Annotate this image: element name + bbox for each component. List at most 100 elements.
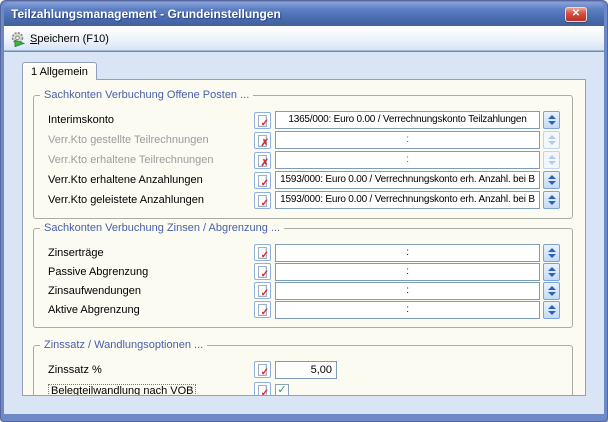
- down-arrow-icon: [548, 254, 556, 258]
- close-button[interactable]: ✕: [565, 7, 587, 22]
- account-combobox: :: [275, 131, 540, 149]
- group-title: Zinssatz / Wandlungsoptionen ...: [40, 339, 207, 352]
- account-combobox[interactable]: 1365/000: Euro 0.00 / Verrechnungskonto …: [275, 111, 540, 129]
- up-arrow-icon: [548, 135, 556, 139]
- field-label: Verr.Kto gestellte Teilrechnungen: [48, 134, 250, 146]
- titlebar[interactable]: Teilzahlungsmanagement - Grundeinstellun…: [4, 2, 604, 26]
- field-label: Zinsaufwendungen: [48, 285, 250, 297]
- account-combobox[interactable]: :: [275, 282, 540, 300]
- field-label: Belegteilwandlung nach VOB: [48, 384, 250, 397]
- app-window: Teilzahlungsmanagement - Grundeinstellun…: [0, 0, 608, 422]
- account-combobox: :: [275, 151, 540, 169]
- save-button[interactable]: Speichern (F10): [7, 28, 116, 49]
- doc-check-icon-button[interactable]: ✓: [254, 112, 271, 129]
- check-icon: ✓: [261, 179, 269, 189]
- doc-x-icon-button[interactable]: ✗: [254, 152, 271, 169]
- form-row-gestellte-teilrechnungen: Verr.Kto gestellte Teilrechnungen ✗ :: [48, 131, 560, 149]
- field-label: Verr.Kto geleistete Anzahlungen: [48, 194, 250, 206]
- down-arrow-icon: [548, 201, 556, 205]
- up-arrow-icon: [548, 175, 556, 179]
- check-icon: ✓: [261, 289, 269, 299]
- account-combobox[interactable]: :: [275, 263, 540, 281]
- account-combobox[interactable]: :: [275, 301, 540, 319]
- x-icon: ✗: [261, 159, 269, 169]
- group-offene-posten: Sachkonten Verbuchung Offene Posten ... …: [33, 95, 573, 219]
- group-zinssatz-wandlungsoptionen: Zinssatz / Wandlungsoptionen ... Zinssat…: [33, 345, 573, 396]
- doc-check-icon-button[interactable]: ✓: [254, 192, 271, 209]
- form-row-aktive-abgrenzung: Aktive Abgrenzung ✓ :: [48, 301, 560, 318]
- up-arrow-icon: [548, 248, 556, 252]
- vob-checkbox[interactable]: ✓: [275, 384, 289, 397]
- down-arrow-icon: [548, 121, 556, 125]
- form-row-erhaltene-anzahlungen: Verr.Kto erhaltene Anzahlungen ✓ 1593/00…: [48, 171, 560, 189]
- form-row-passive-abgrenzung: Passive Abgrenzung ✓ :: [48, 263, 560, 280]
- stepper-button[interactable]: [543, 263, 560, 281]
- form-row-zinsaufwendungen: Zinsaufwendungen ✓ :: [48, 282, 560, 299]
- stepper-button[interactable]: [543, 301, 560, 319]
- window-title: Teilzahlungsmanagement - Grundeinstellun…: [4, 7, 281, 21]
- doc-check-icon-button[interactable]: ✓: [254, 244, 271, 261]
- account-combobox[interactable]: 1593/000: Euro 0.00 / Verrechnungskonto …: [275, 171, 540, 189]
- down-arrow-icon: [548, 292, 556, 296]
- field-label: Verr.Kto erhaltene Anzahlungen: [48, 174, 250, 186]
- account-combobox[interactable]: :: [275, 244, 540, 262]
- up-arrow-icon: [548, 155, 556, 159]
- field-label: Aktive Abgrenzung: [48, 304, 250, 316]
- up-arrow-icon: [548, 286, 556, 290]
- check-icon: ✓: [261, 270, 269, 280]
- content-area: 1 Allgemein Sachkonten Verbuchung Offene…: [4, 52, 604, 414]
- stepper-button: [543, 151, 560, 169]
- x-icon: ✗: [261, 139, 269, 149]
- up-arrow-icon: [548, 267, 556, 271]
- form-row-geleistete-anzahlungen: Verr.Kto geleistete Anzahlungen ✓ 1593/0…: [48, 191, 560, 209]
- zinssatz-input[interactable]: [275, 361, 337, 379]
- form-row-zinsertraege: Zinserträge ✓ :: [48, 244, 560, 261]
- form-row-erhaltene-teilrechnungen: Verr.Kto erhaltene Teilrechnungen ✗ :: [48, 151, 560, 169]
- down-arrow-icon: [548, 181, 556, 185]
- check-icon: ✓: [261, 308, 269, 318]
- doc-check-icon-button[interactable]: ✓: [254, 382, 271, 396]
- doc-check-icon-button[interactable]: ✓: [254, 361, 271, 378]
- up-arrow-icon: [548, 305, 556, 309]
- check-icon: ✓: [261, 389, 269, 396]
- stepper-button[interactable]: [543, 244, 560, 262]
- tab-allgemein[interactable]: 1 Allgemein: [22, 62, 97, 80]
- tab-page-allgemein: Sachkonten Verbuchung Offene Posten ... …: [22, 79, 586, 396]
- up-arrow-icon: [548, 115, 556, 119]
- down-arrow-icon: [548, 311, 556, 315]
- field-label: Zinserträge: [48, 247, 250, 259]
- save-icon: [10, 31, 26, 47]
- doc-check-icon-button[interactable]: ✓: [254, 263, 271, 280]
- doc-check-icon-button[interactable]: ✓: [254, 301, 271, 318]
- stepper-button: [543, 131, 560, 149]
- close-icon: ✕: [572, 9, 580, 19]
- stepper-button[interactable]: [543, 171, 560, 189]
- vob-label-focused: Belegteilwandlung nach VOB: [48, 384, 196, 397]
- form-row-vob: Belegteilwandlung nach VOB ✓ ✓: [48, 382, 560, 396]
- field-label: Interimskonto: [48, 114, 250, 126]
- group-title: Sachkonten Verbuchung Offene Posten ...: [40, 89, 253, 102]
- field-label: Verr.Kto erhaltene Teilrechnungen: [48, 154, 250, 166]
- doc-x-icon-button[interactable]: ✗: [254, 132, 271, 149]
- check-icon: ✓: [261, 368, 269, 378]
- stepper-button[interactable]: [543, 191, 560, 209]
- field-label: Zinssatz %: [48, 364, 250, 376]
- check-icon: ✓: [261, 251, 269, 261]
- check-icon: ✓: [261, 119, 269, 129]
- down-arrow-icon: [548, 141, 556, 145]
- check-icon: ✓: [261, 199, 269, 209]
- group-zinsen-abgrenzung: Sachkonten Verbuchung Zinsen / Abgrenzun…: [33, 228, 573, 328]
- form-row-interimskonto: Interimskonto ✓ 1365/000: Euro 0.00 / Ve…: [48, 111, 560, 129]
- down-arrow-icon: [548, 161, 556, 165]
- doc-check-icon-button[interactable]: ✓: [254, 282, 271, 299]
- stepper-button[interactable]: [543, 282, 560, 300]
- stepper-button[interactable]: [543, 111, 560, 129]
- save-button-label: Speichern (F10): [30, 33, 109, 45]
- checkbox-check-icon: ✓: [277, 385, 286, 396]
- doc-check-icon-button[interactable]: ✓: [254, 172, 271, 189]
- field-label: Passive Abgrenzung: [48, 266, 250, 278]
- group-title: Sachkonten Verbuchung Zinsen / Abgrenzun…: [40, 222, 284, 235]
- toolbar: Speichern (F10): [4, 26, 604, 51]
- form-row-zinssatz: Zinssatz % ✓: [48, 361, 560, 378]
- account-combobox[interactable]: 1593/000: Euro 0.00 / Verrechnungskonto …: [275, 191, 540, 209]
